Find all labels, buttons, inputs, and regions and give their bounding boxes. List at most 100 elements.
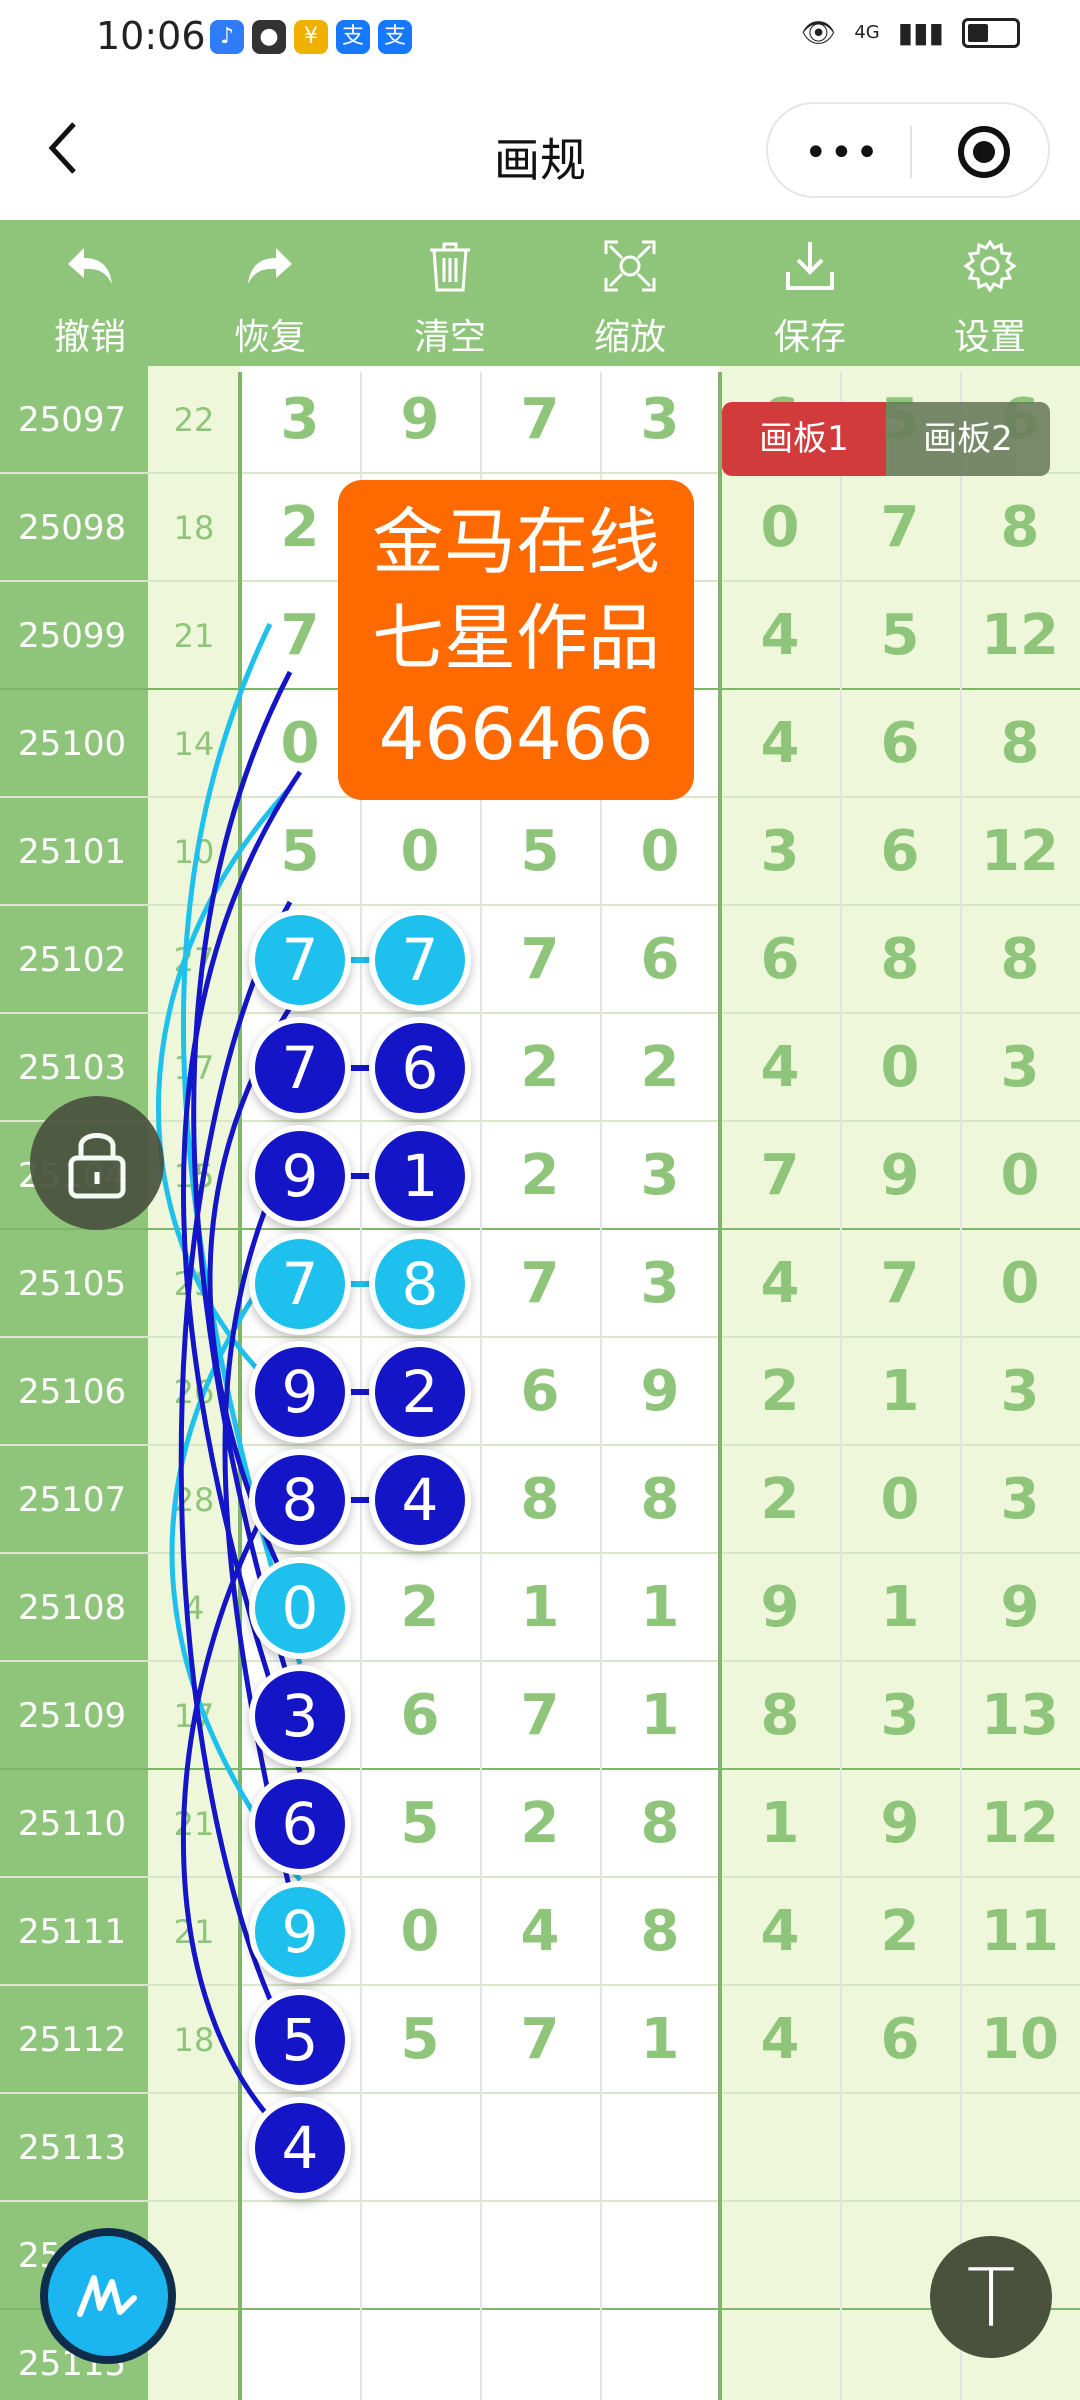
stat-cell[interactable] <box>720 2310 840 2400</box>
digit-cell[interactable]: 2 <box>600 1014 720 1122</box>
stat-cell[interactable]: 5 <box>840 582 960 690</box>
stat-cell[interactable] <box>960 2094 1080 2202</box>
digit-cell[interactable]: 1 <box>480 1554 600 1662</box>
stat-cell[interactable]: 10 <box>960 1986 1080 2094</box>
digit-cell[interactable]: 2 <box>360 1554 480 1662</box>
stat-cell[interactable]: 3 <box>960 1338 1080 1446</box>
selected-ball[interactable]: 8 <box>375 1239 465 1329</box>
stat-cell[interactable]: 1 <box>720 1770 840 1878</box>
digit-cell[interactable]: 7 <box>480 1662 600 1770</box>
digit-cell[interactable] <box>360 2202 480 2310</box>
stat-cell[interactable]: 3 <box>960 1014 1080 1122</box>
stat-cell[interactable]: 0 <box>840 1014 960 1122</box>
selected-ball[interactable]: 9 <box>255 1131 345 1221</box>
digit-cell[interactable]: 1 <box>600 1662 720 1770</box>
stat-cell[interactable]: 3 <box>960 1446 1080 1554</box>
stat-cell[interactable]: 3 <box>840 1662 960 1770</box>
stat-cell[interactable]: 9 <box>720 1554 840 1662</box>
pen-button[interactable] <box>48 2236 168 2356</box>
stat-cell[interactable]: 0 <box>720 474 840 582</box>
stat-cell[interactable]: 12 <box>960 798 1080 906</box>
zoom-button[interactable]: 缩放 <box>540 220 720 372</box>
digit-cell[interactable]: 8 <box>600 1878 720 1986</box>
stat-cell[interactable]: 8 <box>960 690 1080 798</box>
stat-cell[interactable]: 7 <box>840 474 960 582</box>
stat-cell[interactable]: 1 <box>840 1338 960 1446</box>
digit-cell[interactable] <box>480 2094 600 2202</box>
digit-cell[interactable] <box>240 2202 360 2310</box>
digit-cell[interactable]: 2 <box>480 1770 600 1878</box>
stat-cell[interactable]: 3 <box>720 798 840 906</box>
digit-cell[interactable] <box>360 2310 480 2400</box>
digit-cell[interactable]: 2 <box>480 1014 600 1122</box>
digit-cell[interactable]: 1 <box>600 1986 720 2094</box>
stat-cell[interactable]: 0 <box>960 1230 1080 1338</box>
stat-cell[interactable]: 8 <box>960 474 1080 582</box>
digit-cell[interactable] <box>600 2094 720 2202</box>
digit-cell[interactable]: 3 <box>240 366 360 474</box>
stat-cell[interactable]: 13 <box>960 1662 1080 1770</box>
digit-cell[interactable]: 5 <box>480 798 600 906</box>
undo-button[interactable]: 撤销 <box>0 220 180 372</box>
digit-cell[interactable]: 4 <box>480 1878 600 1986</box>
digit-cell[interactable]: 0 <box>360 798 480 906</box>
more-icon[interactable]: ••• <box>804 130 881 176</box>
stat-cell[interactable]: 11 <box>960 1878 1080 1986</box>
digit-cell[interactable]: 0 <box>600 798 720 906</box>
stat-cell[interactable]: 9 <box>840 1122 960 1230</box>
stat-cell[interactable]: 2 <box>720 1446 840 1554</box>
digit-cell[interactable]: 3 <box>600 1122 720 1230</box>
stat-cell[interactable]: 2 <box>840 1878 960 1986</box>
digit-cell[interactable]: 7 <box>480 366 600 474</box>
selected-ball[interactable]: 2 <box>375 1347 465 1437</box>
digit-cell[interactable]: 7 <box>480 1230 600 1338</box>
stat-cell[interactable]: 6 <box>840 690 960 798</box>
selected-ball[interactable]: 0 <box>255 1563 345 1653</box>
stat-cell[interactable]: 8 <box>840 906 960 1014</box>
tab-board1[interactable]: 画板1 <box>722 402 886 476</box>
text-tool-button[interactable]: T <box>930 2236 1052 2358</box>
save-button[interactable]: 保存 <box>720 220 900 372</box>
stat-cell[interactable]: 4 <box>720 1986 840 2094</box>
stat-cell[interactable]: 7 <box>720 1122 840 1230</box>
digit-cell[interactable]: 7 <box>480 906 600 1014</box>
digit-cell[interactable] <box>600 2310 720 2400</box>
stat-cell[interactable]: 4 <box>720 582 840 690</box>
stat-cell[interactable] <box>840 2094 960 2202</box>
selected-ball[interactable]: 9 <box>255 1347 345 1437</box>
stat-cell[interactable]: 4 <box>720 690 840 798</box>
stat-cell[interactable]: 2 <box>720 1338 840 1446</box>
stat-cell[interactable]: 9 <box>840 1770 960 1878</box>
stat-cell[interactable] <box>720 2094 840 2202</box>
selected-ball[interactable]: 7 <box>375 915 465 1005</box>
digit-cell[interactable]: 9 <box>600 1338 720 1446</box>
settings-button[interactable]: 设置 <box>900 220 1080 372</box>
digit-cell[interactable] <box>600 2202 720 2310</box>
stat-cell[interactable]: 9 <box>960 1554 1080 1662</box>
stat-cell[interactable]: 6 <box>840 1986 960 2094</box>
stat-cell[interactable]: 8 <box>720 1662 840 1770</box>
selected-ball[interactable]: 5 <box>255 1995 345 2085</box>
digit-cell[interactable]: 5 <box>360 1770 480 1878</box>
stat-cell[interactable]: 6 <box>720 906 840 1014</box>
digit-cell[interactable]: 3 <box>600 1230 720 1338</box>
digit-cell[interactable]: 6 <box>360 1662 480 1770</box>
selected-ball[interactable]: 6 <box>375 1023 465 1113</box>
selected-ball[interactable]: 4 <box>375 1455 465 1545</box>
stat-cell[interactable] <box>720 2202 840 2310</box>
stat-cell[interactable]: 7 <box>840 1230 960 1338</box>
selected-ball[interactable]: 6 <box>255 1779 345 1869</box>
stat-cell[interactable]: 4 <box>720 1230 840 1338</box>
lock-button[interactable] <box>30 1096 164 1230</box>
selected-ball[interactable]: 7 <box>255 1239 345 1329</box>
digit-cell[interactable]: 3 <box>600 366 720 474</box>
digit-cell[interactable]: 6 <box>600 906 720 1014</box>
selected-ball[interactable]: 9 <box>255 1887 345 1977</box>
selected-ball[interactable]: 7 <box>255 1023 345 1113</box>
digit-cell[interactable] <box>360 2094 480 2202</box>
digit-cell[interactable] <box>240 2310 360 2400</box>
digit-cell[interactable] <box>480 2202 600 2310</box>
stat-cell[interactable]: 4 <box>720 1878 840 1986</box>
digit-cell[interactable]: 0 <box>360 1878 480 1986</box>
digit-cell[interactable]: 8 <box>600 1446 720 1554</box>
